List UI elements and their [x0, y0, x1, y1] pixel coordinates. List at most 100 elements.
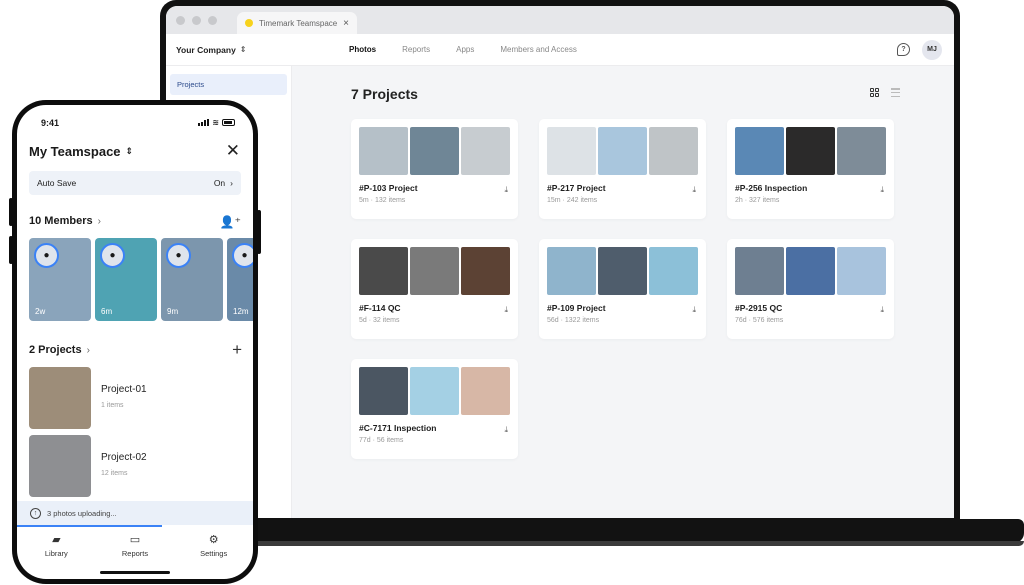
- project-thumbnails: [359, 127, 510, 175]
- project-name: #F-114 QC: [359, 303, 401, 313]
- project-name: #P-217 Project: [547, 183, 606, 193]
- app-header: Your Company ⇕ Photos Reports Apps Membe…: [166, 34, 954, 66]
- member-tile[interactable]: ● 12m: [227, 238, 253, 321]
- favicon-icon: [245, 19, 253, 27]
- project-name: #C-7171 Inspection: [359, 423, 437, 433]
- project-photo: [359, 127, 408, 175]
- grid-view-icon[interactable]: [870, 88, 879, 97]
- project-card[interactable]: #P-109 Project 56d · 1322 items ⤓: [539, 239, 706, 339]
- member-tile[interactable]: ● 9m: [161, 238, 223, 321]
- project-card[interactable]: #C-7171 Inspection 77d · 56 items ⤓: [351, 359, 518, 459]
- download-icon[interactable]: ⤓: [692, 185, 696, 195]
- project-name: Project-02: [101, 452, 147, 463]
- tab-label: Library: [44, 549, 68, 558]
- wifi-icon: ≋: [212, 118, 219, 127]
- project-photo: [786, 247, 835, 295]
- project-card[interactable]: #F-114 QC 5d · 32 items ⤓: [351, 239, 518, 339]
- download-icon[interactable]: ⤓: [692, 305, 696, 315]
- project-meta: 5m · 132 items: [359, 197, 406, 204]
- nav-apps[interactable]: Apps: [456, 34, 474, 66]
- header-actions: ? MJ: [897, 39, 942, 60]
- project-thumbnails: [359, 247, 510, 295]
- project-name: Project-01: [101, 384, 147, 395]
- auto-save-value: On: [213, 178, 226, 188]
- project-card[interactable]: #P-256 Inspection 2h · 327 items ⤓: [727, 119, 894, 219]
- phone-frame: 9:41 ≋ My Teamspace ⇕ ✕ Auto Save On › 1…: [9, 100, 261, 584]
- tab-library[interactable]: ▰ Library: [17, 527, 96, 579]
- list-item[interactable]: Project-01 1 items: [29, 367, 241, 429]
- upload-status-text: 3 photos uploading...: [47, 508, 117, 518]
- project-meta: 56d · 1322 items: [547, 317, 600, 324]
- project-photo: [547, 247, 596, 295]
- project-card[interactable]: #P-103 Project 5m · 132 items ⤓: [351, 119, 518, 219]
- auto-save-value-group: On ›: [214, 178, 233, 188]
- project-photo: [598, 247, 647, 295]
- top-nav: Photos Reports Apps Members and Access: [349, 34, 603, 66]
- project-thumbnails: [735, 247, 886, 295]
- download-icon[interactable]: ⤓: [504, 185, 508, 195]
- upload-icon: ↑: [30, 507, 41, 519]
- signal-icon: [198, 119, 210, 126]
- project-photo: [547, 127, 596, 175]
- member-last-active: 9m: [167, 307, 179, 316]
- auto-save-row[interactable]: Auto Save On ›: [29, 171, 241, 195]
- member-tile[interactable]: ● 6m: [95, 238, 157, 321]
- member-last-active: 6m: [101, 307, 113, 316]
- project-thumbnail: [29, 435, 91, 497]
- member-last-active: 12m: [233, 307, 249, 316]
- close-icon[interactable]: ×: [343, 18, 349, 29]
- list-item[interactable]: Project-02 12 items: [29, 435, 241, 497]
- company-switcher[interactable]: Your Company ⇕: [176, 45, 247, 55]
- nav-reports[interactable]: Reports: [402, 34, 430, 66]
- project-name: #P-256 Inspection: [735, 183, 808, 193]
- member-avatar: ●: [232, 243, 253, 268]
- member-tile[interactable]: ● 2w: [29, 238, 91, 321]
- download-icon[interactable]: ⤓: [504, 305, 508, 315]
- projects-heading: 2 Projects: [29, 344, 82, 356]
- download-icon[interactable]: ⤓: [880, 185, 884, 195]
- project-photo: [598, 127, 647, 175]
- list-view-icon[interactable]: [891, 88, 900, 97]
- nav-photos[interactable]: Photos: [349, 34, 376, 66]
- chevron-updown-icon: ⇕: [239, 45, 247, 54]
- teamspace-title: My Teamspace: [29, 144, 121, 159]
- teamspace-header: My Teamspace ⇕ ✕: [17, 139, 253, 167]
- battery-icon: [222, 119, 235, 126]
- project-name: #P-103 Project: [359, 183, 418, 193]
- project-card[interactable]: #P-217 Project 15m · 242 items ⤓: [539, 119, 706, 219]
- add-project-icon[interactable]: +: [232, 341, 242, 358]
- project-meta: 15m · 242 items: [547, 197, 598, 204]
- tab-settings[interactable]: ⚙ Settings: [174, 527, 253, 579]
- help-chat-icon[interactable]: ?: [897, 43, 910, 56]
- project-photo: [837, 127, 886, 175]
- projects-header[interactable]: 2 Projects ›: [29, 344, 90, 356]
- upload-status-bar[interactable]: ↑ 3 photos uploading...: [17, 501, 253, 525]
- chevron-right-icon: ›: [230, 178, 233, 188]
- close-window-button[interactable]: [176, 15, 185, 25]
- company-name: Your Company: [176, 44, 236, 55]
- member-last-active: 2w: [35, 307, 46, 316]
- members-header[interactable]: 10 Members ›: [29, 215, 101, 227]
- project-photo: [461, 127, 510, 175]
- browser-titlebar: Timemark Teamspace ×: [166, 6, 954, 34]
- sidebar-item-projects[interactable]: Projects: [170, 74, 287, 95]
- avatar[interactable]: MJ: [922, 39, 942, 60]
- browser-tab[interactable]: Timemark Teamspace ×: [237, 12, 357, 34]
- project-meta: 77d · 56 items: [359, 437, 404, 444]
- project-thumbnails: [359, 367, 510, 415]
- add-member-icon[interactable]: 👤⁺: [220, 215, 241, 229]
- project-thumbnails: [547, 247, 698, 295]
- maximize-window-button[interactable]: [208, 15, 217, 25]
- minimize-window-button[interactable]: [192, 15, 201, 25]
- project-card[interactable]: #P-2915 QC 76d · 576 items ⤓: [727, 239, 894, 339]
- nav-members-access[interactable]: Members and Access: [500, 34, 576, 66]
- download-icon[interactable]: ⤓: [880, 305, 884, 315]
- teamspace-switcher[interactable]: My Teamspace ⇕: [29, 144, 133, 159]
- browser-tab-title: Timemark Teamspace: [259, 18, 338, 28]
- gear-icon: ⚙: [208, 534, 219, 546]
- chevron-updown-icon: ⇕: [125, 146, 134, 156]
- laptop-base-edge: [230, 541, 1024, 546]
- close-icon[interactable]: ✕: [226, 141, 240, 161]
- download-icon[interactable]: ⤓: [504, 425, 508, 435]
- view-toggle: [870, 88, 900, 97]
